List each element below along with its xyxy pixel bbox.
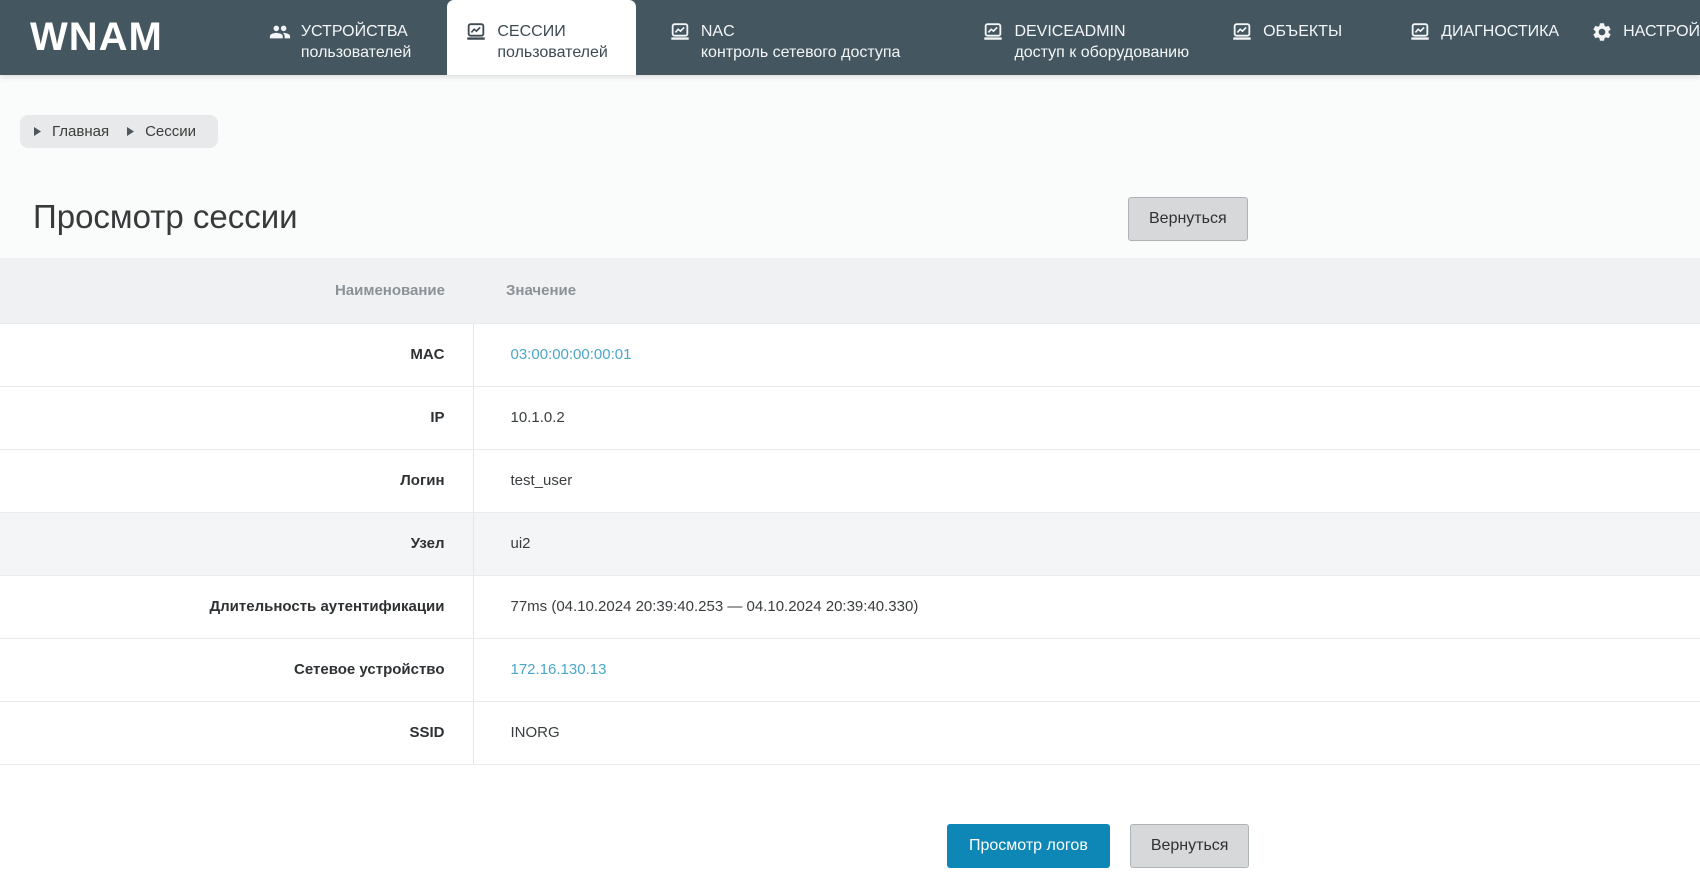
nav-item-sublabel: пользователей [300, 44, 412, 61]
arrow-right-icon [33, 126, 42, 137]
row-label: Длительность аутентификации [0, 575, 474, 639]
breadcrumb-bar: Главная Сессии [0, 75, 1700, 148]
row-value: 10.1.0.2 [473, 386, 1700, 450]
nav-item-objects[interactable]: ОБЪЕКТЫ [1215, 0, 1358, 75]
network-device-link[interactable]: 172.16.130.13 [511, 661, 607, 678]
laptop-chart-icon [465, 21, 487, 43]
page-title: Просмотр сессии [33, 198, 298, 235]
view-logs-button[interactable]: Просмотр логов [947, 823, 1110, 868]
row-value: ui2 [473, 512, 1700, 576]
row-label: MAC [0, 323, 474, 387]
table-header-row: Наименование Значение [0, 258, 1700, 324]
table-row-mac: MAC 03:00:00:00:00:01 [0, 323, 1700, 387]
nav-item-deviceadmin[interactable]: DEVICEADMIN доступ к оборудованию [966, 0, 1205, 75]
breadcrumb-label: Главная [52, 123, 110, 140]
nav-item-sublabel: пользователей [497, 44, 608, 61]
row-value: test_user [473, 449, 1700, 513]
breadcrumb-item-home[interactable]: Главная [33, 123, 109, 140]
nav-item-settings[interactable]: НАСТРОЙКИ [1575, 0, 1700, 75]
nav-item-label: DEVICEADMIN [1014, 23, 1126, 40]
table-row-network-device: Сетевое устройство 172.16.130.13 [0, 638, 1700, 702]
laptop-chart-icon [982, 21, 1004, 43]
nav-item-label: УСТРОЙСТВА [300, 23, 408, 40]
nav-item-sessions[interactable]: СЕССИИ пользователей [447, 0, 636, 75]
nav-item-label: СЕССИИ [497, 23, 566, 40]
main-nav: УСТРОЙСТВА пользователей СЕССИИ пользова… [208, 0, 1700, 75]
people-icon [269, 21, 291, 43]
nav-item-label: ДИАГНОСТИКА [1441, 23, 1560, 40]
row-value: 77ms (04.10.2024 20:39:40.253 — 04.10.20… [473, 575, 1700, 639]
row-label: SSID [0, 701, 474, 765]
top-navbar: WNAM УСТРОЙСТВА пользователей СЕССИИ пол… [0, 0, 1700, 75]
nav-item-devices[interactable]: УСТРОЙСТВА пользователей [253, 0, 428, 75]
column-header-name: Наименование [0, 258, 473, 324]
back-button-top[interactable]: Вернуться [1128, 197, 1248, 241]
breadcrumb: Главная Сессии [20, 115, 219, 148]
wnam-app: WNAM УСТРОЙСТВА пользователей СЕССИИ пол… [0, 0, 1700, 890]
laptop-chart-icon [1409, 21, 1431, 43]
footer-actions: Просмотр логов Вернуться [947, 823, 1700, 868]
nav-item-sublabel: доступ к оборудованию [1014, 44, 1190, 61]
laptop-chart-icon [1231, 21, 1253, 43]
arrow-right-icon [126, 126, 135, 137]
table-row-ssid: SSID INORG [0, 701, 1700, 765]
table-row-ip: IP 10.1.0.2 [0, 386, 1700, 450]
nav-item-label: NAC [700, 23, 735, 40]
nav-item-nac[interactable]: NAC контроль сетевого доступа [653, 0, 917, 75]
app-logo[interactable]: WNAM [30, 0, 163, 75]
title-row: Просмотр сессии Вернуться [33, 197, 1700, 241]
mac-address-link[interactable]: 03:00:00:00:00:01 [511, 346, 632, 363]
row-label: Узел [0, 512, 474, 576]
row-label: Логин [0, 449, 474, 513]
back-button-bottom[interactable]: Вернуться [1129, 823, 1250, 868]
nav-item-sublabel: контроль сетевого доступа [700, 44, 901, 61]
table-row-login: Логин test_user [0, 449, 1700, 513]
row-value: INORG [473, 701, 1700, 765]
row-label: Сетевое устройство [0, 638, 474, 702]
nav-item-label: ОБЪЕКТЫ [1263, 23, 1343, 40]
column-header-value: Значение [473, 258, 1700, 324]
row-label: IP [0, 386, 474, 450]
nav-item-diagnostics[interactable]: ДИАГНОСТИКА [1393, 0, 1575, 75]
gear-icon [1591, 21, 1613, 43]
nav-item-label: НАСТРОЙКИ [1623, 23, 1700, 40]
breadcrumb-label: Сессии [145, 123, 197, 140]
table-row-node: Узел ui2 [0, 512, 1700, 576]
breadcrumb-item-sessions[interactable]: Сессии [126, 123, 196, 140]
table-row-auth-duration: Длительность аутентификации 77ms (04.10.… [0, 575, 1700, 639]
laptop-chart-icon [669, 21, 691, 43]
session-details-table: Наименование Значение MAC 03:00:00:00:00… [0, 258, 1700, 765]
session-details-section: Наименование Значение MAC 03:00:00:00:00… [0, 258, 1700, 890]
